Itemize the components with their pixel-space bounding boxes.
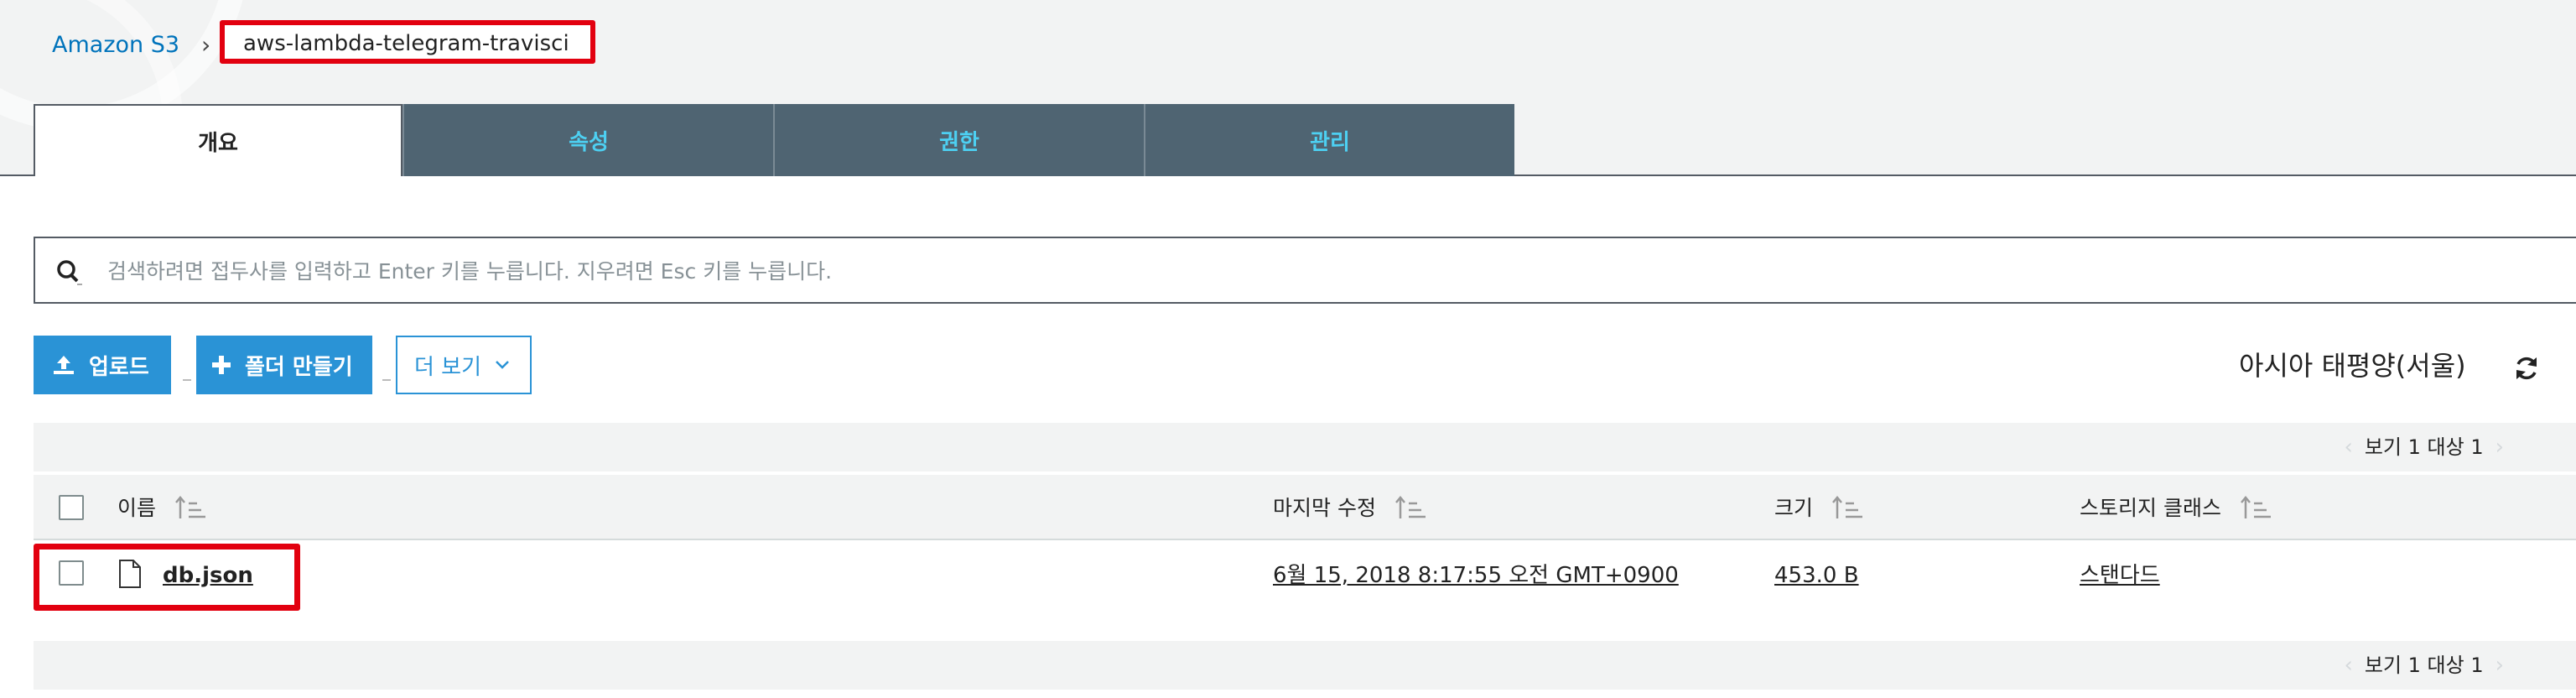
search-input[interactable]: 검색하려면 접두사를 입력하고 Enter 키를 누릅니다. 지우려면 Esc … [34, 237, 2576, 304]
size-link[interactable]: 453.0 B [1774, 560, 1859, 591]
upload-label: 업로드 [89, 354, 149, 380]
pagination: ‹ 보기 1 대상 1 › [2332, 433, 2516, 461]
pagination-bar-top: ‹ 보기 1 대상 1 › [34, 423, 2576, 471]
chevron-left-icon[interactable]: ‹ [2344, 435, 2352, 460]
search-placeholder: 검색하려면 접두사를 입력하고 Enter 키를 누릅니다. 지우려면 Esc … [107, 259, 833, 284]
plus-icon [212, 356, 231, 374]
column-label: 마지막 수정 [1273, 496, 1376, 520]
table-row[interactable]: db.json 6월 15, 2018 8:17:55 오전 GMT+0900 … [34, 542, 2576, 609]
upload-button[interactable]: 업로드 [34, 336, 171, 394]
search-icon [57, 260, 82, 285]
column-header-last-modified[interactable]: 마지막 수정 [1273, 493, 1426, 524]
storage-class-link[interactable]: 스탠다드 [2080, 560, 2160, 591]
upload-icon [54, 356, 74, 374]
column-header-name[interactable]: 이름 [117, 493, 206, 524]
pagination-text: 보기 1 대상 1 [2364, 654, 2484, 677]
column-header-storage-class[interactable]: 스토리지 클래스 [2080, 493, 2272, 524]
table-header: 이름 마지막 수정 크기 스토리지 클래스 [34, 473, 2576, 540]
last-modified-link[interactable]: 6월 15, 2018 8:17:55 오전 GMT+0900 [1273, 560, 1679, 591]
breadcrumb-separator: › [201, 31, 211, 59]
divider [382, 379, 391, 381]
column-label: 크기 [1774, 496, 1814, 520]
sort-icon [2240, 496, 2271, 518]
pagination: ‹ 보기 1 대상 1 › [2332, 651, 2516, 680]
create-folder-label: 폴더 만들기 [245, 354, 353, 380]
breadcrumb-root-link[interactable]: Amazon S3 [52, 29, 179, 62]
sort-icon [1394, 496, 1426, 518]
bucket-name: aws-lambda-telegram-travisci [243, 31, 569, 56]
chevron-right-icon[interactable]: › [2496, 435, 2504, 460]
column-label: 스토리지 클래스 [2080, 496, 2221, 520]
tab-properties[interactable]: 속성 [402, 104, 773, 176]
select-all-checkbox[interactable] [59, 495, 84, 520]
pagination-bar-bottom: ‹ 보기 1 대상 1 › [34, 641, 2576, 690]
tab-management[interactable]: 관리 [1144, 104, 1514, 176]
pagination-text: 보기 1 대상 1 [2364, 435, 2484, 459]
tab-permissions[interactable]: 권한 [773, 104, 1144, 176]
tab-overview[interactable]: 개요 [34, 104, 402, 176]
refresh-icon[interactable] [2512, 354, 2541, 383]
region-label: 아시아 태평양(서울) [2239, 350, 2466, 382]
sort-icon [175, 496, 206, 518]
row-highlight-annotation [34, 544, 300, 611]
breadcrumb-current-bucket: aws-lambda-telegram-travisci [220, 20, 595, 64]
create-folder-button[interactable]: 폴더 만들기 [196, 336, 372, 394]
chevron-right-icon[interactable]: › [2496, 653, 2504, 678]
more-label: 더 보기 [414, 354, 482, 380]
chevron-down-icon [496, 361, 509, 369]
divider [183, 379, 191, 381]
column-label: 이름 [117, 496, 157, 520]
sort-icon [1832, 496, 1863, 518]
column-header-size[interactable]: 크기 [1774, 493, 1863, 524]
more-button[interactable]: 더 보기 [396, 336, 532, 394]
chevron-left-icon[interactable]: ‹ [2344, 653, 2352, 678]
